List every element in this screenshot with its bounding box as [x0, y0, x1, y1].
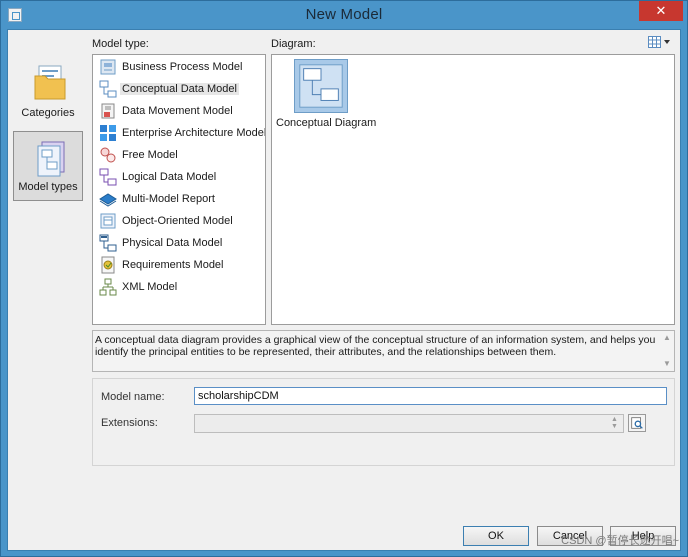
conceptual-diagram-icon: [294, 59, 348, 113]
logical-data-model-icon: [99, 168, 117, 186]
description-box: A conceptual data diagram provides a gra…: [92, 330, 675, 372]
model-form: Model name: Extensions: ▲▼: [92, 378, 675, 466]
requirements-model-icon: [101, 256, 115, 274]
browse-extensions-icon[interactable]: [628, 414, 646, 432]
diagram-label: Diagram:: [271, 38, 316, 50]
data-movement-model-icon: [101, 103, 115, 119]
xml-model-icon: [99, 278, 117, 296]
diagram-panel[interactable]: Conceptual Diagram: [271, 54, 675, 325]
categories-button[interactable]: Categories: [13, 56, 83, 126]
description-text: A conceptual data diagram provides a gra…: [95, 334, 656, 358]
folder-icon: [34, 65, 66, 100]
view-options-icon[interactable]: [648, 36, 670, 48]
enterprise-architecture-model-icon: [100, 125, 116, 141]
diagram-item-label: Conceptual Diagram: [276, 117, 377, 129]
close-button[interactable]: ✕: [639, 1, 683, 21]
model-type-label: Model type:: [92, 38, 149, 50]
scroll-up-icon[interactable]: ▲: [662, 334, 672, 342]
model-types-label: Model types: [18, 181, 78, 193]
list-item-label: Business Process Model: [122, 61, 243, 73]
multi-model-report-icon: [99, 193, 117, 207]
object-oriented-model-icon: [100, 213, 116, 229]
physical-data-model-icon: [99, 234, 117, 252]
business-process-model-icon: [100, 59, 116, 75]
model-types-icon: [37, 141, 65, 177]
list-item-label: Enterprise Architecture Model: [122, 127, 266, 139]
spin-icon[interactable]: ▲ ▼: [611, 416, 621, 430]
extensions-field[interactable]: ▲ ▼: [194, 414, 624, 433]
scroll-down-icon[interactable]: ▼: [662, 360, 672, 368]
dialog-body: Categories Model types Model type: Busin…: [7, 29, 681, 551]
window-title: New Model: [305, 6, 383, 23]
diagram-item[interactable]: Conceptual Diagram: [276, 59, 377, 131]
new-model-dialog: New Model ✕ Categories Model types Model…: [0, 0, 688, 557]
list-item-label: Object-Oriented Model: [122, 215, 233, 227]
list-item-label: Free Model: [122, 149, 178, 161]
model-type-list[interactable]: Business Process Model Conceptual Data M…: [92, 54, 266, 325]
model-name-input[interactable]: [194, 387, 667, 405]
list-item-label: Requirements Model: [122, 259, 224, 271]
list-item-label: Multi-Model Report: [122, 193, 215, 205]
list-item-label: Conceptual Data Model: [120, 83, 239, 95]
ok-button[interactable]: OK: [463, 526, 529, 546]
list-item-label: Data Movement Model: [122, 105, 233, 117]
extensions-label: Extensions:: [101, 417, 158, 429]
model-name-label: Model name:: [101, 391, 165, 403]
watermark: CSDN @暂停长途开唱~: [561, 535, 679, 547]
model-types-button[interactable]: Model types: [13, 131, 83, 201]
list-item-label: Physical Data Model: [122, 237, 223, 249]
conceptual-data-model-icon: [99, 80, 117, 98]
list-item-label: Logical Data Model: [122, 171, 217, 183]
free-model-icon: [100, 147, 116, 163]
title-bar[interactable]: New Model ✕: [1, 1, 687, 29]
list-item-label: XML Model: [122, 281, 178, 293]
categories-label: Categories: [21, 107, 75, 119]
